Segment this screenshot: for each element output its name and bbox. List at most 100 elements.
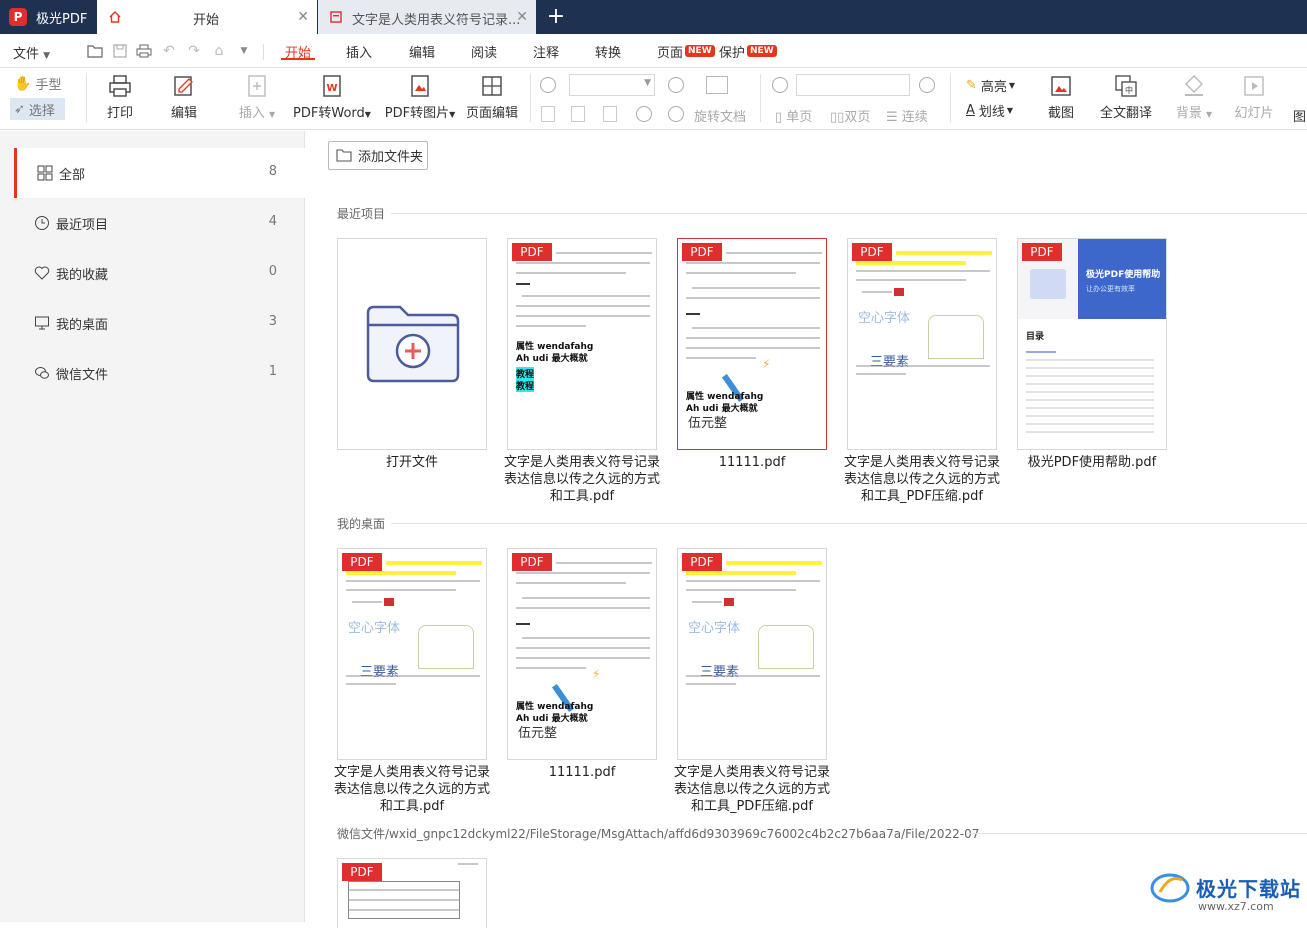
tab-document[interactable]: 文字是人类用表义符号记录... ✕ [318,0,536,34]
open-folder-icon[interactable] [86,42,104,60]
tab-insert[interactable]: 插入 [346,42,372,61]
sidebar-item-label: 最近项目 [56,218,109,233]
tab-document-close-icon[interactable]: ✕ [516,9,528,25]
quick-access-dropdown-icon[interactable]: ▼ [235,42,253,60]
screenshot-icon [1051,76,1071,96]
svg-text:中: 中 [1125,85,1133,95]
highlight-label: 高亮 [980,80,1007,95]
sidebar-item-desktop[interactable]: 我的桌面 3 [14,298,305,348]
file-menu[interactable]: 文件 ▼ [13,43,50,62]
fit-width-icon[interactable] [603,106,617,122]
next-page-icon[interactable] [919,77,935,93]
page-edit-button[interactable]: 页面编辑 [466,74,518,121]
insert-button[interactable]: 插入 ▼ [232,74,282,121]
prev-page-icon[interactable] [772,77,788,93]
sidebar-item-label: 全部 [59,168,86,183]
hand-tool[interactable]: ✋ 手型 [14,74,61,94]
undo-icon[interactable]: ↶ [160,42,178,60]
sidebar-item-count: 3 [268,314,277,329]
tab-read[interactable]: 阅读 [471,42,497,61]
pdf-tag: PDF [342,553,382,571]
insert-label: 插入 [238,106,265,121]
double-page-button[interactable]: ▯▯双页 [830,106,870,125]
file-thumbnail[interactable]: PDF 属性 wendafahg Ah udi 最大概就 教程 教程 [507,238,657,450]
continuous-button[interactable]: ☰ 连续 [886,106,928,125]
full-translate-button[interactable]: 中 全文翻译 [1100,74,1152,121]
zoom-out-icon[interactable] [540,77,556,93]
background-button[interactable]: 背景 ▼ [1172,74,1216,121]
file-thumbnail[interactable]: PDF [337,858,487,928]
redo-icon[interactable]: ↷ [185,42,203,60]
new-badge: NEW [685,45,715,57]
sidebar-item-wechat[interactable]: 微信文件 1 [14,348,305,398]
rotate-right-icon[interactable] [668,106,684,122]
slideshow-icon [1244,76,1264,96]
help-subtitle: 让办公更有效率 [1086,285,1135,293]
underline-icon: A [966,103,975,118]
single-page-button[interactable]: ▯ 单页 [775,106,812,125]
file-thumbnail[interactable]: PDF 空心字体 三要素 [677,548,827,760]
fit-page-icon[interactable] [571,106,585,122]
sidebar-item-all[interactable]: 全部 8 [14,148,305,198]
tab-home-close-icon[interactable]: ✕ [297,9,309,25]
divider [391,523,1307,524]
screenshot-label: 截图 [1047,106,1074,121]
actual-size-icon[interactable] [541,106,555,122]
print-icon[interactable] [135,42,153,60]
file-name: 文字是人类用表义符号记录表达信息以传之久远的方式和工具.pdf [503,455,660,504]
file-thumbnail[interactable]: PDF 空心字体 三要素 [847,238,997,450]
underline-label: 划线 [978,105,1005,120]
highlight-button[interactable]: ✎ 高亮 ▼ [966,76,1015,95]
sidebar-item-count: 1 [268,364,277,379]
stamp-icon [384,598,394,606]
select-tool-label: 选择 [28,103,55,119]
home-icon [109,11,121,23]
save-icon[interactable] [111,42,129,60]
open-file-thumbnail[interactable] [337,238,487,450]
new-tab-icon[interactable]: + [544,4,568,29]
sidebar-item-favorites[interactable]: 我的收藏 0 [14,248,305,298]
printer-icon [109,75,131,97]
add-folder-button[interactable]: 添加文件夹 [328,141,428,170]
tab-home[interactable]: 开始 ✕ [97,0,317,34]
ribbon-toolbar: ✋ 手型 ➶ 选择 打印 编辑 插入 ▼ W PDF转Word▼ PDF转图片▼ 页… [0,68,1307,130]
tab-edit[interactable]: 编辑 [409,42,435,61]
hand-icon: ✋ [14,75,32,92]
tab-page[interactable]: 页面 NEW [657,42,715,61]
page-number-input[interactable] [796,74,910,96]
pdf-to-image-label: PDF转图片 [384,106,450,121]
edit-label: 编辑 [170,106,197,121]
divider [86,74,87,122]
sidebar-item-recent[interactable]: 最近项目 4 [14,198,305,248]
svg-text:W: W [326,83,337,94]
divider [760,74,761,122]
sidebar-item-count: 0 [268,264,277,279]
pdf-to-image-button[interactable]: PDF转图片▼ [384,74,456,121]
tab-convert[interactable]: 转换 [595,42,621,61]
file-thumbnail[interactable]: PDF 极光PDF使用帮助 让办公更有效率 目录 [1017,238,1167,450]
edit-button[interactable]: 编辑 [168,74,200,121]
slideshow-button[interactable]: 幻灯片 [1234,74,1274,121]
tab-protect[interactable]: 保护 NEW [719,42,777,61]
app-brand[interactable]: P 极光PDF [0,0,97,34]
file-thumbnail[interactable]: PDF ⚡ 属性 wendafahg Ah udi 最大概就 伍元整 [677,238,827,450]
sidebar-item-count: 8 [268,164,277,179]
home-nav-icon[interactable]: ⌂ [210,42,228,60]
tab-annotate[interactable]: 注释 [533,42,559,61]
underline-button[interactable]: A 划线 ▼ [966,101,1013,120]
zoom-select[interactable] [569,74,655,96]
rotate-left-icon[interactable] [636,106,652,122]
print-button[interactable]: 打印 [104,74,136,121]
screenshot-button[interactable]: 截图 [1046,74,1076,121]
file-name: 打开文件 [385,455,438,470]
zoom-in-icon[interactable] [668,77,684,93]
pdf-to-word-button[interactable]: W PDF转Word▼ [292,74,372,121]
file-name: 极光PDF使用帮助.pdf [1027,455,1157,470]
file-thumbnail[interactable]: PDF 空心字体 三要素 [337,548,487,760]
select-tool[interactable]: ➶ 选择 [10,98,65,120]
file-thumbnail[interactable]: PDF ⚡ 属性 wendafahg Ah udi 最大概就 伍元整 [507,548,657,760]
more-tool-button[interactable]: 图 [1293,106,1307,125]
bolt-icon: ⚡ [762,357,771,371]
rotate-page-icon[interactable] [706,76,728,94]
rotate-doc-button[interactable]: 旋转文档 [694,106,746,125]
